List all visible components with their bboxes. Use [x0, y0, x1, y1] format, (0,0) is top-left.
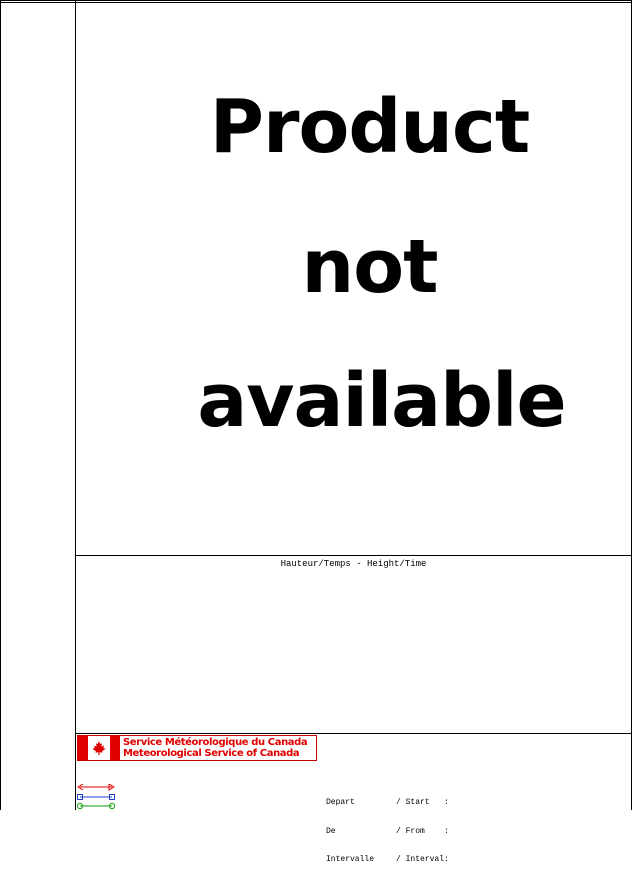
footer-divider	[76, 733, 632, 734]
logo-text-fr: Service Météorologique du Canada	[123, 737, 308, 748]
run-info: Depart / Start: De / From: Intervalle / Int…	[326, 779, 449, 874]
notice-not: not	[301, 224, 439, 310]
msc-logo: Service Météorologique du Canada Meteoro…	[77, 735, 317, 761]
height-time-title: Hauteur/Temps - Height/Time	[280, 559, 427, 569]
product-panel: Product not available	[76, 3, 631, 555]
info-row-interval: Intervalle / Interval:	[326, 855, 449, 864]
legend-icon	[76, 783, 117, 815]
info-row-from: De / From:	[326, 826, 449, 836]
notice-available: available	[197, 358, 566, 444]
info-row-start: Depart / Start:	[326, 798, 449, 807]
maple-leaf-flag-icon	[78, 736, 120, 760]
logo-text-en: Meteorological Service of Canada	[123, 748, 300, 759]
panel-divider	[76, 555, 632, 556]
notice-product: Product	[209, 84, 530, 170]
